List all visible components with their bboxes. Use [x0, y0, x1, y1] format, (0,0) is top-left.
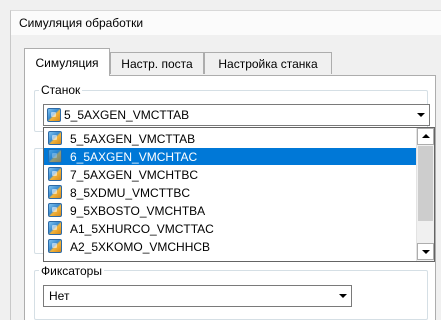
list-item[interactable]: 6_5AXGEN_VMCHTAC — [44, 148, 417, 165]
machine-icon — [48, 167, 62, 181]
chevron-down-icon — [339, 294, 347, 298]
tab-machine-settings-label: Настройка станка — [218, 57, 318, 71]
list-item-label: 9_5XBOSTO_VMCHTBA — [70, 204, 206, 218]
list-item[interactable]: 7_5AXGEN_VMCHTBC — [44, 166, 417, 183]
list-item[interactable]: 5_5AXGEN_VMCTTAB — [44, 130, 417, 147]
machine-group-label: Станок — [39, 83, 83, 97]
chevron-down-icon — [417, 113, 425, 117]
dropdown-scrollbar[interactable] — [416, 128, 434, 261]
chevron-down-icon — [422, 250, 430, 254]
machine-icon — [48, 239, 62, 253]
machine-icon — [48, 203, 62, 217]
machine-icon — [48, 221, 62, 235]
machine-select-value: 5_5AXGEN_VMCTTAB — [64, 108, 190, 122]
list-item-label: 5_5AXGEN_VMCTTAB — [70, 132, 196, 146]
window-title: Симуляция обработки — [19, 16, 144, 30]
machine-dropdown-list[interactable]: 5_5AXGEN_VMCTTAB 6_5AXGEN_VMCHTAC 7_5AXG… — [43, 127, 435, 262]
list-item[interactable]: A2_5XKOMO_VMCHHCB — [44, 238, 417, 255]
dialog-window: Симуляция обработки Симуляция Настр. пос… — [0, 0, 441, 320]
tab-simulation-label: Симуляция — [35, 56, 99, 70]
list-item-label: 7_5AXGEN_VMCHTBC — [70, 168, 199, 182]
fixtures-select[interactable]: Нет — [43, 285, 352, 307]
list-item[interactable]: 9_5XBOSTO_VMCHTBA — [44, 202, 417, 219]
fixtures-select-dropdown-button[interactable] — [334, 286, 351, 306]
list-item[interactable]: A1_5XHURCO_VMCTTAC — [44, 220, 417, 237]
list-item-label: A2_5XKOMO_VMCHHCB — [70, 240, 211, 254]
tab-simulation[interactable]: Симуляция — [24, 48, 110, 76]
machine-select[interactable]: 5_5AXGEN_VMCTTAB — [43, 104, 430, 126]
title-bar: Симуляция обработки — [10, 10, 441, 35]
scroll-down-button[interactable] — [417, 243, 434, 260]
machine-icon — [47, 108, 61, 122]
tab-machine-settings[interactable]: Настройка станка — [204, 52, 332, 74]
scroll-thumb[interactable] — [418, 146, 433, 221]
tab-post-settings[interactable]: Настр. поста — [110, 52, 204, 74]
machine-icon — [48, 149, 62, 163]
chevron-up-icon — [422, 134, 430, 138]
tab-post-settings-label: Настр. поста — [121, 57, 193, 71]
fixtures-select-value: Нет — [49, 289, 70, 303]
list-item-label: 8_5XDMU_VMCTTBC — [70, 186, 191, 200]
scroll-up-button[interactable] — [417, 128, 434, 145]
list-item[interactable]: 8_5XDMU_VMCTTBC — [44, 184, 417, 201]
machine-icon — [48, 131, 62, 145]
machine-select-dropdown-button[interactable] — [412, 105, 429, 125]
machine-icon — [48, 185, 62, 199]
list-item-label: 6_5AXGEN_VMCHTAC — [70, 150, 198, 164]
list-item-label: A1_5XHURCO_VMCTTAC — [70, 222, 214, 236]
fixtures-group-label: Фиксаторы — [39, 264, 104, 278]
